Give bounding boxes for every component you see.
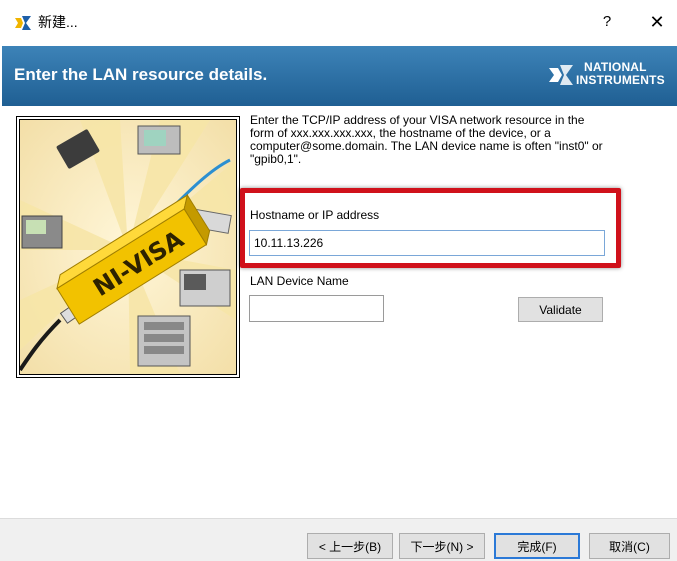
wizard-footer: < 上一步(B) 下一步(N) > 完成(F) 取消(C): [0, 518, 677, 561]
wizard-content: NI-VISA Enter the TCP/IP address of your…: [0, 106, 677, 518]
next-button[interactable]: 下一步(N) >: [399, 533, 485, 559]
ni-app-icon: [15, 16, 31, 30]
finish-button[interactable]: 完成(F): [494, 533, 580, 559]
help-button[interactable]: ?: [595, 10, 619, 34]
page-title: Enter the LAN resource details.: [14, 65, 268, 84]
cancel-button[interactable]: 取消(C): [589, 533, 670, 559]
lan-device-label: LAN Device Name: [250, 274, 349, 288]
ni-visa-artwork: NI-VISA: [20, 120, 236, 374]
close-button[interactable]: ✕: [645, 10, 669, 34]
ni-eagle-logo-icon: [549, 65, 573, 85]
wizard-banner: Enter the LAN resource details. NATIONAL…: [2, 46, 677, 106]
hostname-label: Hostname or IP address: [250, 208, 380, 222]
ni-visa-illustration: NI-VISA: [16, 116, 240, 378]
illustration-frame: NI-VISA: [19, 119, 237, 375]
hostname-input[interactable]: [249, 230, 605, 256]
window-title: 新建...: [38, 14, 78, 30]
validate-button[interactable]: Validate: [518, 297, 603, 322]
instructions-text: Enter the TCP/IP address of your VISA ne…: [250, 113, 603, 166]
back-button[interactable]: < 上一步(B): [307, 533, 393, 559]
annotation-highlight-box: [240, 188, 621, 268]
lan-device-name-input[interactable]: [249, 295, 384, 322]
ni-brand-name: NATIONAL INSTRUMENTS: [576, 61, 665, 87]
ni-brand-line2: INSTRUMENTS: [576, 73, 665, 87]
title-bar: 新建... ? ✕: [0, 0, 677, 44]
